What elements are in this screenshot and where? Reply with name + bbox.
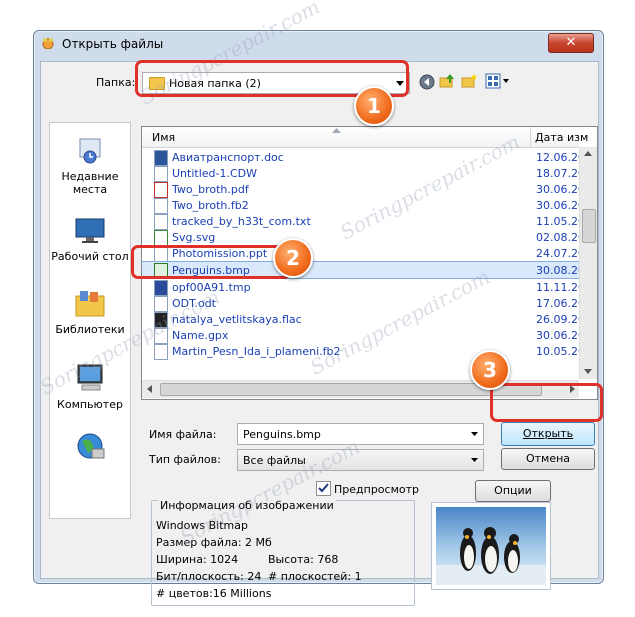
penguins-preview-image bbox=[436, 507, 546, 585]
vertical-scrollbar[interactable] bbox=[579, 147, 597, 379]
file-name: Авиатранспорт.doc bbox=[172, 151, 284, 164]
filename-value: Penguins.bmp bbox=[243, 428, 321, 441]
close-button[interactable]: ✕ bbox=[548, 33, 594, 53]
close-icon: ✕ bbox=[565, 35, 577, 50]
back-icon[interactable] bbox=[419, 74, 435, 90]
recent-places-icon bbox=[79, 138, 101, 164]
fb2-file-icon bbox=[154, 344, 168, 360]
desktop-icon bbox=[75, 218, 105, 243]
scroll-left-icon[interactable] bbox=[147, 385, 152, 393]
app-icon bbox=[42, 38, 54, 49]
pdf-file-icon bbox=[154, 182, 168, 198]
file-name: Svg.svg bbox=[172, 231, 216, 244]
callout-badge-1: 1 bbox=[354, 86, 394, 126]
file-date: 30.06.20 bbox=[536, 329, 579, 342]
libraries-icon bbox=[75, 291, 105, 317]
highlight-open-button bbox=[490, 383, 603, 422]
options-button-label: Опции bbox=[494, 484, 532, 497]
place-recent-label1: Недавние bbox=[61, 170, 119, 183]
folder-label: Папка: bbox=[96, 76, 136, 89]
scroll-up-icon[interactable] bbox=[584, 151, 592, 156]
image-height: Высота: 768 bbox=[268, 553, 339, 566]
doc-file-icon bbox=[154, 150, 168, 166]
column-divider[interactable] bbox=[530, 127, 531, 147]
file-date: 02.08.20 bbox=[536, 231, 579, 244]
place-recent-label2: места bbox=[72, 183, 108, 196]
file-date: 17.06.20 bbox=[536, 297, 579, 310]
chevron-down-icon bbox=[471, 458, 478, 462]
preview-checkbox[interactable] bbox=[316, 481, 331, 496]
image-filesize: Размер файла: 2 Мб bbox=[156, 536, 272, 549]
title-bar: Открыть файлы ✕ bbox=[34, 31, 603, 57]
checkmark-icon bbox=[318, 483, 329, 493]
highlight-selected-file bbox=[131, 245, 291, 279]
image-preview bbox=[431, 502, 551, 590]
tmp-file-icon bbox=[154, 280, 168, 296]
file-date: 24.07.20 bbox=[536, 247, 579, 260]
file-name: Name.gpx bbox=[172, 329, 229, 342]
file-icon bbox=[154, 166, 168, 182]
open-button[interactable]: Открыть bbox=[501, 422, 595, 446]
file-date: 11.11.20 bbox=[536, 281, 579, 294]
file-name: tracked_by_h33t_com.txt bbox=[172, 215, 311, 228]
file-date: 10.05.20 bbox=[536, 345, 579, 358]
file-name: Two_broth.fb2 bbox=[172, 199, 249, 212]
file-date: 12.06.20 bbox=[536, 151, 579, 164]
window-title: Открыть файлы bbox=[62, 37, 164, 51]
column-name-header[interactable]: Имя bbox=[152, 131, 175, 144]
place-recent[interactable]: Недавние места bbox=[50, 135, 130, 196]
up-folder-icon[interactable] bbox=[439, 73, 455, 89]
filetype-label: Тип файлов: bbox=[149, 453, 221, 466]
place-network[interactable] bbox=[50, 431, 130, 466]
options-button[interactable]: Опции bbox=[475, 480, 551, 502]
scroll-down-icon[interactable] bbox=[584, 369, 592, 374]
filename-label: Имя файла: bbox=[149, 428, 217, 441]
file-date: 18.07.20 bbox=[536, 167, 579, 180]
place-desktop-label: Рабочий стол bbox=[51, 250, 129, 263]
file-date: 30.06.20 bbox=[536, 183, 579, 196]
image-colors: # цветов:16 Millions bbox=[156, 587, 272, 600]
place-desktop[interactable]: Рабочий стол bbox=[50, 215, 130, 263]
cancel-button-label: Отмена bbox=[525, 452, 571, 465]
places-bar: Недавние места Рабочий стол Библиотеки К… bbox=[49, 122, 131, 519]
callout-badge-2: 2 bbox=[273, 238, 313, 278]
network-globe-icon bbox=[77, 433, 105, 459]
place-computer-label: Компьютер bbox=[57, 398, 123, 411]
svg-file-icon bbox=[154, 230, 168, 246]
image-planes: # плоскостей: 1 bbox=[268, 570, 362, 583]
new-folder-icon[interactable] bbox=[461, 73, 477, 89]
image-bpp: Бит/плоскость: 24 bbox=[156, 570, 262, 583]
filename-combo[interactable]: Penguins.bmp bbox=[237, 423, 484, 445]
vertical-scroll-thumb[interactable] bbox=[582, 209, 596, 243]
chevron-down-icon bbox=[471, 432, 478, 436]
column-date-header[interactable]: Дата изм bbox=[535, 131, 588, 144]
view-menu-icon[interactable] bbox=[485, 73, 511, 89]
open-button-label: Открыть bbox=[522, 427, 574, 440]
file-icon bbox=[154, 198, 168, 214]
file-name: Untitled-1.CDW bbox=[172, 167, 258, 180]
file-row[interactable]: Untitled-1.CDW 18.07.20 bbox=[142, 165, 579, 182]
file-date: 30.08.20 bbox=[536, 264, 579, 277]
sort-arrow-icon bbox=[332, 128, 341, 133]
place-libraries[interactable]: Библиотеки bbox=[50, 288, 130, 336]
file-date: 26.09.20 bbox=[536, 313, 579, 326]
file-date: 30.06.20 bbox=[536, 199, 579, 212]
open-files-dialog: Открыть файлы ✕ Папка: Новая папка (2) Н… bbox=[33, 30, 604, 606]
cancel-button[interactable]: Отмена bbox=[501, 448, 595, 470]
image-width: Ширина: 1024 bbox=[156, 553, 239, 566]
preview-checkbox-label: Предпросмотр bbox=[334, 483, 419, 496]
callout-badge-3: 3 bbox=[470, 350, 510, 390]
image-info-group: Информация об изображении Windows Bitmap… bbox=[151, 499, 415, 606]
file-row[interactable]: Two_broth.pdf 30.06.20 bbox=[142, 181, 579, 198]
file-name: Two_broth.pdf bbox=[172, 183, 249, 196]
file-date: 11.05.20 bbox=[536, 215, 579, 228]
txt-file-icon bbox=[154, 214, 168, 230]
